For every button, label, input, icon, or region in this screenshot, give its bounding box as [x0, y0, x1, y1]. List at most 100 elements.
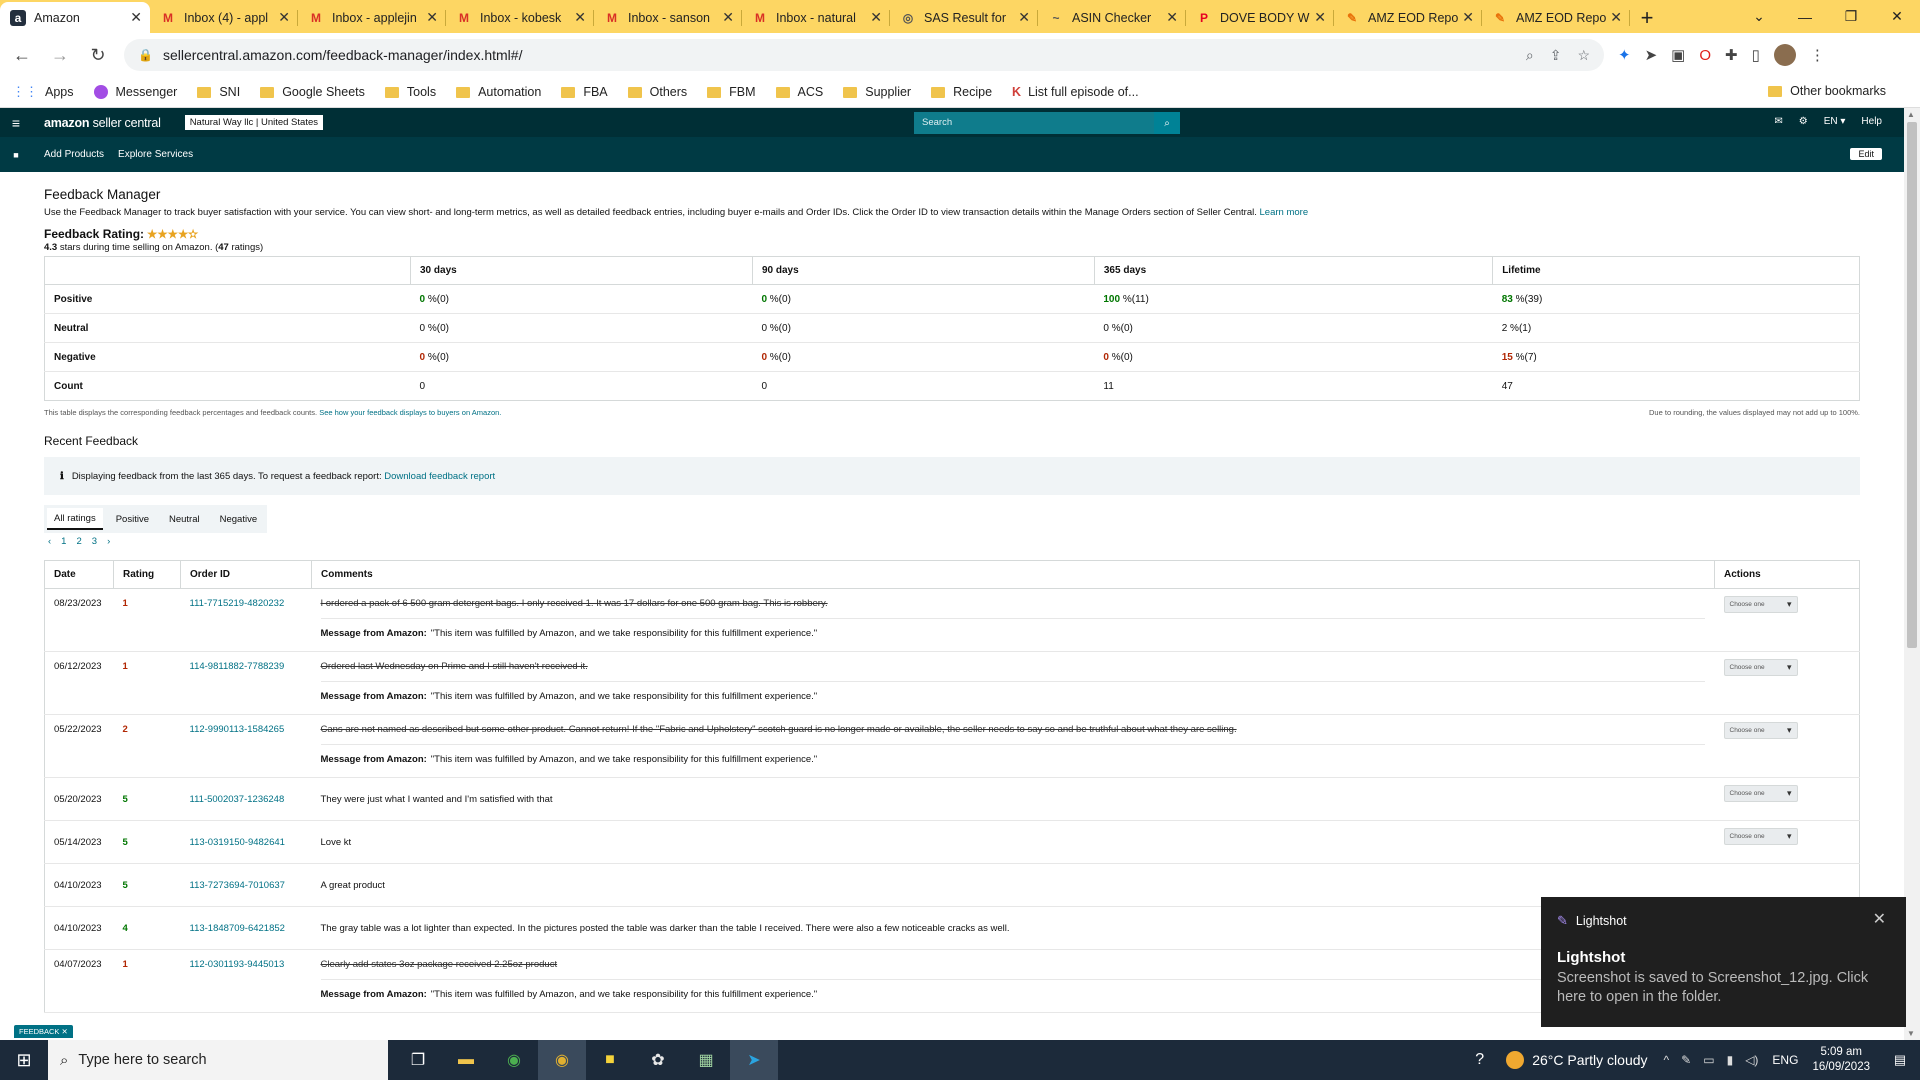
close-icon[interactable]: ✕ — [1873, 909, 1886, 929]
language-selector[interactable]: EN ▾ — [1824, 116, 1846, 127]
actions-dropdown[interactable]: Choose one — [1723, 785, 1798, 802]
browser-tab[interactable]: a Amazon ✕ — [0, 2, 150, 33]
app-icon[interactable]: ✿ — [634, 1040, 682, 1080]
bookmark-item[interactable]: Tools — [384, 85, 436, 99]
bookmark-item[interactable]: FBA — [561, 85, 608, 99]
close-tab-icon[interactable]: ✕ — [1610, 9, 1622, 26]
close-tab-icon[interactable]: ✕ — [130, 9, 142, 26]
bookmark-item[interactable]: Google Sheets — [260, 85, 365, 99]
telegram-icon[interactable]: ➤ — [730, 1040, 778, 1080]
bookmark-item[interactable]: K List full episode of... — [1012, 85, 1139, 99]
seller-search-input[interactable]: Search — [914, 112, 1154, 134]
filter-tab[interactable]: Negative — [210, 505, 268, 533]
order-id-link[interactable]: 113-7273694-7010637 — [190, 864, 312, 906]
actions-dropdown[interactable]: Choose one — [1723, 659, 1798, 676]
nav-add-products[interactable]: Add Products — [44, 149, 104, 160]
browser-tab[interactable]: P DOVE BODY W ✕ — [1186, 2, 1334, 33]
close-tab-icon[interactable]: ✕ — [1018, 9, 1030, 26]
actions-dropdown[interactable]: Choose one — [1723, 596, 1798, 613]
lightshot-notification[interactable]: ✎ Lightshot ✕ Lightshot Screenshot is sav… — [1541, 897, 1906, 1027]
chrome-icon[interactable]: ◉ — [490, 1040, 538, 1080]
browser-tab[interactable]: ✎ AMZ EOD Repo ✕ — [1482, 2, 1630, 33]
extension-icon[interactable]: ▣ — [1671, 46, 1685, 64]
browser-tab[interactable]: M Inbox - natural ✕ — [742, 2, 890, 33]
order-id-link[interactable]: 113-0319150-9482641 — [190, 821, 312, 863]
browser-tab[interactable]: M Inbox - sanson ✕ — [594, 2, 742, 33]
back-icon[interactable]: ← — [6, 45, 38, 66]
close-tab-icon[interactable]: ✕ — [1314, 9, 1326, 26]
page-link[interactable]: 2 — [76, 536, 81, 547]
search-icon[interactable]: ⌕ — [1154, 112, 1180, 134]
order-id-link[interactable]: 114-9811882-7788239 — [190, 652, 312, 681]
browser-tab[interactable]: ✎ AMZ EOD Repo ✕ — [1334, 2, 1482, 33]
order-id-link[interactable]: 112-0301193-9445013 — [190, 950, 312, 979]
browser-tab[interactable]: M Inbox - applejin ✕ — [298, 2, 446, 33]
chevron-up-icon[interactable]: ^ — [1664, 1053, 1670, 1067]
browser-tab[interactable]: ~ ASIN Checker ✕ — [1038, 2, 1186, 33]
close-tab-icon[interactable]: ✕ — [722, 9, 734, 26]
bookmark-item[interactable]: Supplier — [843, 85, 911, 99]
bookmark-item[interactable]: SNI — [197, 85, 240, 99]
scroll-down-icon[interactable]: ▼ — [1907, 1029, 1915, 1038]
order-id-link[interactable]: 111-7715219-4820232 — [190, 589, 312, 618]
chrome-active-icon[interactable]: ◉ — [538, 1040, 586, 1080]
calculator-icon[interactable]: ▦ — [682, 1040, 730, 1080]
minimize-icon[interactable]: — — [1782, 0, 1828, 33]
menu-dots-icon[interactable]: ⋮ — [1810, 46, 1825, 64]
order-id-link[interactable]: 112-9990113-1584265 — [190, 715, 312, 744]
bookmark-pin-icon[interactable]: ■ — [2, 150, 30, 160]
volume-icon[interactable]: ◁) — [1745, 1053, 1758, 1067]
task-view-icon[interactable]: ❐ — [394, 1040, 442, 1080]
puzzle-icon[interactable]: ✚ — [1725, 46, 1738, 64]
bookmark-star-icon[interactable]: ☆ — [1577, 47, 1590, 64]
bookmark-item[interactable]: Automation — [456, 85, 541, 99]
sticky-notes-icon[interactable]: ■ — [586, 1040, 634, 1080]
close-tab-icon[interactable]: ✕ — [1166, 9, 1178, 26]
bookmark-item[interactable]: FBM — [707, 85, 756, 99]
notification-icon[interactable]: ▤ — [1880, 1052, 1920, 1068]
new-tab-button[interactable]: + — [1630, 2, 1664, 33]
close-tab-icon[interactable]: ✕ — [1462, 9, 1474, 26]
edit-nav-button[interactable]: Edit — [1850, 148, 1882, 160]
close-tab-icon[interactable]: ✕ — [278, 9, 290, 26]
input-language[interactable]: ENG — [1772, 1053, 1798, 1067]
account-switcher[interactable]: Natural Way llc | United States — [184, 115, 323, 130]
opera-icon[interactable]: O — [1699, 47, 1711, 64]
next-page-icon[interactable]: › — [107, 536, 110, 547]
filter-tab[interactable]: All ratings — [47, 508, 103, 530]
toast-message[interactable]: Screenshot is saved to Screenshot_12.jpg… — [1557, 969, 1887, 1007]
bookmark-item[interactable]: ⋮⋮ Apps — [12, 84, 74, 100]
network-icon[interactable]: ▭ — [1703, 1053, 1714, 1067]
seller-search[interactable]: Search ⌕ — [914, 112, 1180, 134]
clock[interactable]: 5:09 am 16/09/2023 — [1812, 1045, 1870, 1075]
seller-central-logo[interactable]: amazon seller central — [44, 116, 161, 130]
profile-avatar[interactable] — [1773, 44, 1796, 66]
chevron-down-icon[interactable]: ⌄ — [1736, 0, 1782, 33]
filter-tab[interactable]: Neutral — [159, 505, 210, 533]
learn-more-link[interactable]: Learn more — [1260, 207, 1309, 218]
scrollbar-thumb[interactable] — [1907, 122, 1917, 648]
filter-tab[interactable]: Positive — [106, 505, 159, 533]
browser-tab[interactable]: ◎ SAS Result for ✕ — [890, 2, 1038, 33]
other-bookmarks[interactable]: Other bookmarks — [1768, 84, 1886, 98]
order-id-link[interactable]: 113-1848709-6421852 — [190, 907, 312, 949]
help-link[interactable]: Help — [1861, 116, 1882, 127]
zoom-icon[interactable]: ⌕ — [1526, 47, 1534, 64]
weather-widget[interactable]: 26°C Partly cloudy — [1506, 1051, 1648, 1069]
browser-tab[interactable]: M Inbox - kobesk ✕ — [446, 2, 594, 33]
feedback-widget-button[interactable]: FEEDBACK ✕ — [14, 1025, 73, 1038]
page-link[interactable]: 1 — [61, 536, 66, 547]
close-window-icon[interactable]: ✕ — [1874, 0, 1920, 33]
close-tab-icon[interactable]: ✕ — [870, 9, 882, 26]
sidepanel-icon[interactable]: ▯ — [1752, 46, 1760, 64]
pen-icon[interactable]: ✎ — [1681, 1053, 1691, 1067]
bookmark-item[interactable]: ACS — [775, 85, 823, 99]
forward-icon[interactable]: → — [44, 45, 76, 66]
page-scrollbar[interactable]: ▲ ▼ — [1904, 108, 1920, 1040]
taskbar-search[interactable]: ⌕ Type here to search — [48, 1040, 388, 1080]
gear-icon[interactable]: ⚙ — [1799, 116, 1808, 127]
reload-icon[interactable]: ↻ — [82, 45, 114, 66]
extension-icon[interactable]: ➤ — [1645, 46, 1658, 64]
bookmark-item[interactable]: Recipe — [931, 85, 992, 99]
share-icon[interactable]: ⇪ — [1550, 47, 1562, 64]
